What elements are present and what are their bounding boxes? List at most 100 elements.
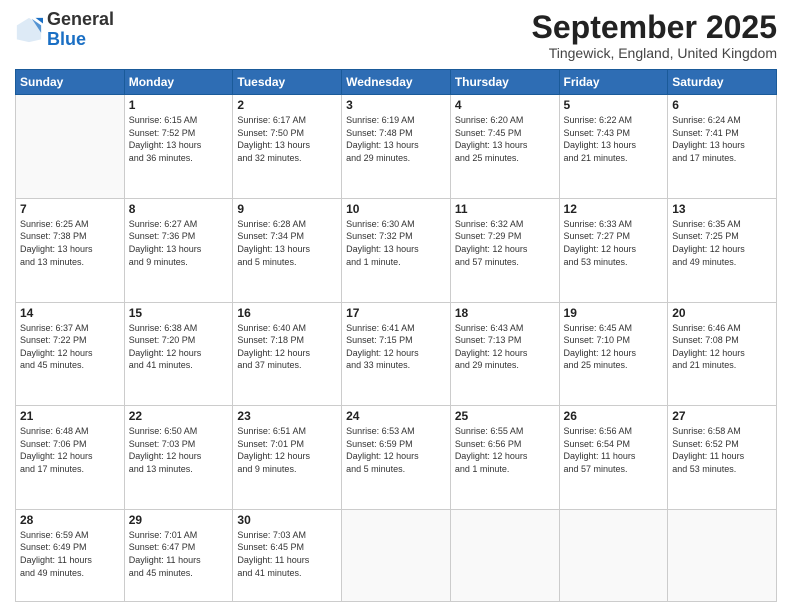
day-info: Sunrise: 6:55 AM Sunset: 6:56 PM Dayligh…: [455, 425, 555, 475]
calendar-cell: 6 Sunrise: 6:24 AM Sunset: 7:41 PM Daylig…: [668, 95, 777, 199]
day-info: Sunrise: 6:56 AM Sunset: 6:54 PM Dayligh…: [564, 425, 664, 475]
day-info: Sunrise: 6:53 AM Sunset: 6:59 PM Dayligh…: [346, 425, 446, 475]
calendar-week-2: 14 Sunrise: 6:37 AM Sunset: 7:22 PM Dayli…: [16, 302, 777, 406]
calendar-cell: 30Sunrise: 7:03 AM Sunset: 6:45 PM Dayli…: [233, 509, 342, 601]
day-number: 7: [20, 202, 120, 216]
day-number: 10: [346, 202, 446, 216]
day-info: Sunrise: 6:40 AM Sunset: 7:18 PM Dayligh…: [237, 322, 337, 372]
calendar-cell: [450, 509, 559, 601]
header: General Blue September 2025 Tingewick, E…: [15, 10, 777, 61]
day-number: 5: [564, 98, 664, 112]
day-info: Sunrise: 7:03 AM Sunset: 6:45 PM Dayligh…: [237, 529, 337, 579]
day-info: Sunrise: 6:24 AM Sunset: 7:41 PM Dayligh…: [672, 114, 772, 164]
logo-icon: [15, 16, 43, 44]
calendar-cell: 17 Sunrise: 6:41 AM Sunset: 7:15 PM Dayli…: [342, 302, 451, 406]
day-info: Sunrise: 6:19 AM Sunset: 7:48 PM Dayligh…: [346, 114, 446, 164]
logo-text: General Blue: [47, 10, 114, 50]
calendar-week-3: 21 Sunrise: 6:48 AM Sunset: 7:06 PM Dayli…: [16, 406, 777, 510]
calendar-cell: 5 Sunrise: 6:22 AM Sunset: 7:43 PM Daylig…: [559, 95, 668, 199]
day-number: 8: [129, 202, 229, 216]
calendar-cell: 15 Sunrise: 6:38 AM Sunset: 7:20 PM Dayli…: [124, 302, 233, 406]
page: General Blue September 2025 Tingewick, E…: [0, 0, 792, 612]
day-info: Sunrise: 6:27 AM Sunset: 7:36 PM Dayligh…: [129, 218, 229, 268]
day-number: 14: [20, 306, 120, 320]
calendar-week-4: 28 Sunrise: 6:59 AM Sunset: 6:49 PM Dayli…: [16, 509, 777, 601]
calendar-cell: 13 Sunrise: 6:35 AM Sunset: 7:25 PM Dayli…: [668, 198, 777, 302]
day-number: 18: [455, 306, 555, 320]
day-number: 13: [672, 202, 772, 216]
day-info: Sunrise: 6:51 AM Sunset: 7:01 PM Dayligh…: [237, 425, 337, 475]
calendar-cell: 1 Sunrise: 6:15 AM Sunset: 7:52 PM Daylig…: [124, 95, 233, 199]
day-number: 2: [237, 98, 337, 112]
col-sunday: Sunday: [16, 70, 125, 95]
day-info: Sunrise: 6:37 AM Sunset: 7:22 PM Dayligh…: [20, 322, 120, 372]
day-number: 22: [129, 409, 229, 423]
calendar-cell: 2 Sunrise: 6:17 AM Sunset: 7:50 PM Daylig…: [233, 95, 342, 199]
day-number: 21: [20, 409, 120, 423]
calendar-cell: 24Sunrise: 6:53 AM Sunset: 6:59 PM Dayli…: [342, 406, 451, 510]
day-info: Sunrise: 6:25 AM Sunset: 7:38 PM Dayligh…: [20, 218, 120, 268]
calendar-cell: [16, 95, 125, 199]
calendar-week-1: 7 Sunrise: 6:25 AM Sunset: 7:38 PM Daylig…: [16, 198, 777, 302]
col-saturday: Saturday: [668, 70, 777, 95]
calendar-cell: 22 Sunrise: 6:50 AM Sunset: 7:03 PM Dayli…: [124, 406, 233, 510]
calendar-cell: 29Sunrise: 7:01 AM Sunset: 6:47 PM Dayli…: [124, 509, 233, 601]
calendar-week-0: 1 Sunrise: 6:15 AM Sunset: 7:52 PM Daylig…: [16, 95, 777, 199]
calendar-cell: 14 Sunrise: 6:37 AM Sunset: 7:22 PM Dayli…: [16, 302, 125, 406]
day-number: 15: [129, 306, 229, 320]
calendar-cell: 28 Sunrise: 6:59 AM Sunset: 6:49 PM Dayli…: [16, 509, 125, 601]
day-info: Sunrise: 7:01 AM Sunset: 6:47 PM Dayligh…: [129, 529, 229, 579]
day-info: Sunrise: 6:45 AM Sunset: 7:10 PM Dayligh…: [564, 322, 664, 372]
calendar-cell: 21 Sunrise: 6:48 AM Sunset: 7:06 PM Dayli…: [16, 406, 125, 510]
day-number: 27: [672, 409, 772, 423]
col-wednesday: Wednesday: [342, 70, 451, 95]
calendar-cell: 12Sunrise: 6:33 AM Sunset: 7:27 PM Dayli…: [559, 198, 668, 302]
calendar-cell: 7 Sunrise: 6:25 AM Sunset: 7:38 PM Daylig…: [16, 198, 125, 302]
day-info: Sunrise: 6:46 AM Sunset: 7:08 PM Dayligh…: [672, 322, 772, 372]
day-info: Sunrise: 6:22 AM Sunset: 7:43 PM Dayligh…: [564, 114, 664, 164]
day-number: 9: [237, 202, 337, 216]
calendar-cell: 27Sunrise: 6:58 AM Sunset: 6:52 PM Dayli…: [668, 406, 777, 510]
day-info: Sunrise: 6:59 AM Sunset: 6:49 PM Dayligh…: [20, 529, 120, 579]
day-info: Sunrise: 6:32 AM Sunset: 7:29 PM Dayligh…: [455, 218, 555, 268]
calendar-cell: 10 Sunrise: 6:30 AM Sunset: 7:32 PM Dayli…: [342, 198, 451, 302]
day-info: Sunrise: 6:35 AM Sunset: 7:25 PM Dayligh…: [672, 218, 772, 268]
day-info: Sunrise: 6:17 AM Sunset: 7:50 PM Dayligh…: [237, 114, 337, 164]
day-number: 16: [237, 306, 337, 320]
calendar-cell: [668, 509, 777, 601]
col-thursday: Thursday: [450, 70, 559, 95]
calendar-cell: 3Sunrise: 6:19 AM Sunset: 7:48 PM Daylig…: [342, 95, 451, 199]
day-number: 23: [237, 409, 337, 423]
day-number: 28: [20, 513, 120, 527]
calendar-table: Sunday Monday Tuesday Wednesday Thursday…: [15, 69, 777, 602]
col-friday: Friday: [559, 70, 668, 95]
calendar-cell: 23 Sunrise: 6:51 AM Sunset: 7:01 PM Dayli…: [233, 406, 342, 510]
calendar-cell: 19 Sunrise: 6:45 AM Sunset: 7:10 PM Dayli…: [559, 302, 668, 406]
day-number: 17: [346, 306, 446, 320]
day-info: Sunrise: 6:38 AM Sunset: 7:20 PM Dayligh…: [129, 322, 229, 372]
logo-blue: Blue: [47, 29, 86, 49]
day-info: Sunrise: 6:30 AM Sunset: 7:32 PM Dayligh…: [346, 218, 446, 268]
calendar-cell: 18 Sunrise: 6:43 AM Sunset: 7:13 PM Dayli…: [450, 302, 559, 406]
calendar-cell: 26 Sunrise: 6:56 AM Sunset: 6:54 PM Dayli…: [559, 406, 668, 510]
day-number: 26: [564, 409, 664, 423]
header-row: Sunday Monday Tuesday Wednesday Thursday…: [16, 70, 777, 95]
day-number: 19: [564, 306, 664, 320]
day-info: Sunrise: 6:50 AM Sunset: 7:03 PM Dayligh…: [129, 425, 229, 475]
day-number: 6: [672, 98, 772, 112]
day-number: 4: [455, 98, 555, 112]
day-info: Sunrise: 6:48 AM Sunset: 7:06 PM Dayligh…: [20, 425, 120, 475]
day-info: Sunrise: 6:28 AM Sunset: 7:34 PM Dayligh…: [237, 218, 337, 268]
day-info: Sunrise: 6:41 AM Sunset: 7:15 PM Dayligh…: [346, 322, 446, 372]
calendar-cell: 11Sunrise: 6:32 AM Sunset: 7:29 PM Dayli…: [450, 198, 559, 302]
day-number: 20: [672, 306, 772, 320]
day-info: Sunrise: 6:43 AM Sunset: 7:13 PM Dayligh…: [455, 322, 555, 372]
logo-general: General: [47, 9, 114, 29]
day-number: 25: [455, 409, 555, 423]
calendar-cell: 16 Sunrise: 6:40 AM Sunset: 7:18 PM Dayli…: [233, 302, 342, 406]
month-title: September 2025: [532, 10, 777, 45]
day-number: 1: [129, 98, 229, 112]
day-info: Sunrise: 6:15 AM Sunset: 7:52 PM Dayligh…: [129, 114, 229, 164]
day-info: Sunrise: 6:20 AM Sunset: 7:45 PM Dayligh…: [455, 114, 555, 164]
title-block: September 2025 Tingewick, England, Unite…: [532, 10, 777, 61]
